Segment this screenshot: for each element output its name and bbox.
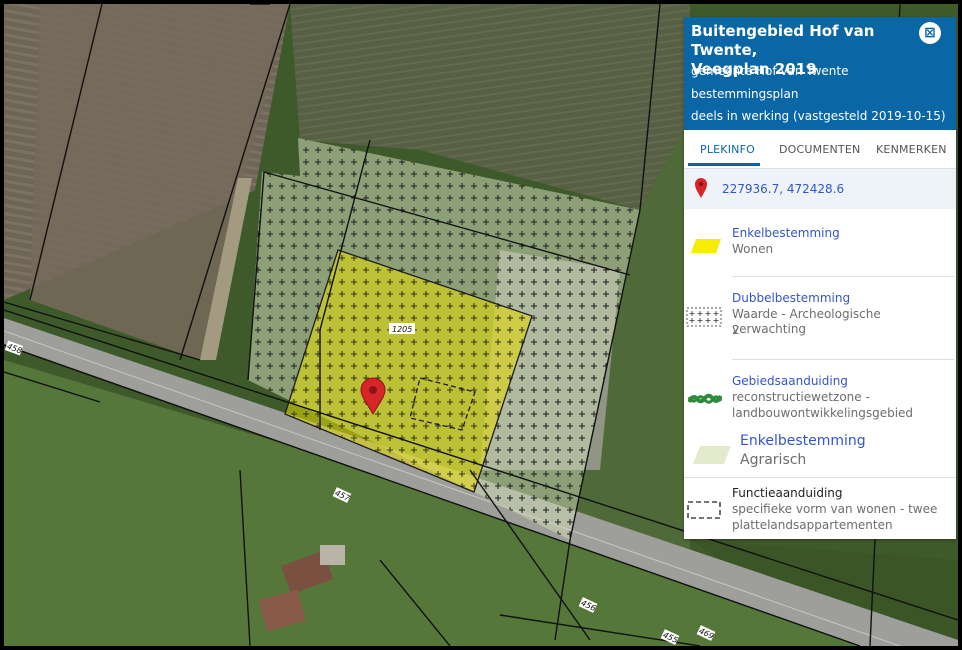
entry-value: Agrarisch [740, 452, 807, 468]
pale-green-parallelogram-icon [693, 446, 731, 464]
entry-category: Gebiedsaanduiding [732, 374, 848, 388]
divider [732, 276, 954, 277]
parcel-label: 1205 [392, 325, 412, 334]
close-icon[interactable]: ⊠ [919, 22, 941, 44]
dashed-rectangle-icon [687, 501, 721, 519]
coordinates-text: 227936.7, 472428.6 [722, 182, 845, 196]
info-panel: Buitengebied Hof van Twente, Veegplan 20… [684, 17, 956, 539]
tab-plekinfo[interactable]: PLEKINFO [700, 143, 755, 156]
entry-category: Dubbelbestemming [732, 291, 851, 305]
green-braided-line-icon [688, 393, 722, 404]
entry-value-line1: Waarde - Archeologische verwachting [732, 307, 881, 336]
plan-status-text: deels in werking (vastgesteld 2019-10-15… [691, 109, 946, 123]
entry-value-line1: reconstructiewetzone - [732, 390, 870, 404]
entry-value: Wonen [732, 242, 774, 256]
entry-value-line2: 2 [732, 323, 740, 337]
panel-tabs: PLEKINFO DOCUMENTEN KENMERKEN [684, 131, 956, 169]
cross-hatch-pattern-icon [686, 307, 722, 327]
divider [684, 477, 956, 478]
entry-value-line1: specifieke vorm van wonen - twee [732, 502, 938, 516]
app-frame: 1205 458 457 456 455 469 Buitengebied Ho… [0, 0, 962, 650]
entry-value-line2: landbouwontwikkelingsgebied [732, 406, 914, 420]
tab-kenmerken[interactable]: KENMERKEN [876, 143, 947, 156]
active-tab-indicator [688, 163, 760, 166]
entry-category: Functieaanduiding [732, 486, 843, 500]
yellow-parallelogram-icon [691, 239, 721, 253]
coordinate-row[interactable]: 227936.7, 472428.6 [684, 169, 956, 209]
entry-category: Enkelbestemming [740, 433, 866, 449]
building-roof [320, 545, 345, 565]
plan-title-line1: Buitengebied Hof van Twente, [691, 22, 875, 59]
plan-type-text: bestemmingsplan [691, 87, 799, 101]
map-marker-icon [695, 178, 707, 198]
panel-header: Buitengebied Hof van Twente, Veegplan 20… [684, 17, 956, 130]
municipality-text: gemeente Hof van Twente [691, 64, 849, 78]
tab-documenten[interactable]: DOCUMENTEN [779, 143, 860, 156]
entry-category: Enkelbestemming [732, 226, 840, 240]
entry-value-line2: plattelandsappartementen [732, 518, 893, 532]
divider [732, 359, 954, 360]
